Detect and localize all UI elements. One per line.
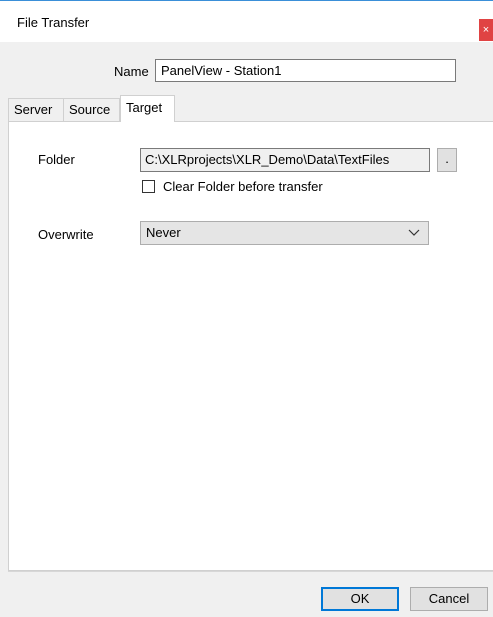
tab-strip: Server Source Target [8,95,493,122]
chevron-down-icon [408,229,420,236]
title-bar: File Transfer × [0,0,493,42]
browse-folder-button[interactable]: . [437,148,457,172]
name-input[interactable]: PanelView - Station1 [155,59,456,82]
file-transfer-dialog: File Transfer × Name PanelView - Station… [0,0,493,617]
close-icon: × [482,24,490,36]
clear-folder-label[interactable]: Clear Folder before transfer [163,179,323,194]
close-button[interactable]: × [479,19,493,41]
overwrite-select[interactable]: Never [140,221,429,245]
ok-button[interactable]: OK [321,587,399,611]
window-title: File Transfer [17,15,90,30]
clear-folder-checkbox[interactable] [142,180,155,193]
overwrite-label: Overwrite [38,227,94,242]
name-label: Name [114,64,149,79]
footer-divider [8,571,493,572]
overwrite-selected-value: Never [146,225,181,240]
tab-source[interactable]: Source [63,98,120,122]
tab-server[interactable]: Server [8,98,64,122]
tab-target[interactable]: Target [120,95,175,122]
cancel-button[interactable]: Cancel [410,587,488,611]
folder-label: Folder [38,152,75,167]
folder-path-field[interactable]: C:\XLRprojects\XLR_Demo\Data\TextFiles [140,148,430,172]
